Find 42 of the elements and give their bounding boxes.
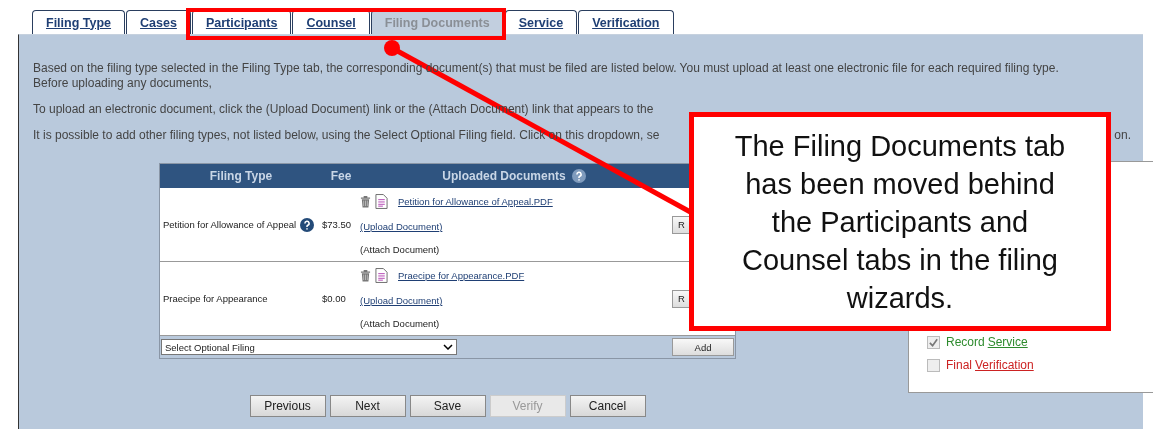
tab[interactable]: Filing Type [32, 10, 126, 34]
add-button[interactable]: Add [672, 338, 734, 356]
document-icon [375, 193, 388, 209]
trash-icon[interactable] [360, 194, 371, 208]
wizard-button[interactable]: Next [329, 395, 406, 417]
file-link[interactable]: Praecipe for Appearance.PDF [398, 269, 525, 281]
instruction-text: on. [1114, 128, 1131, 143]
help-icon[interactable] [571, 169, 586, 183]
tab[interactable]: Counsel [292, 10, 370, 34]
checklist-label: Record [946, 335, 985, 349]
column-header: Uploaded Documents [442, 169, 566, 183]
checklist-label: Final [946, 358, 972, 372]
attach-text: (Attach Document) [360, 244, 440, 256]
tab[interactable]: Participants [191, 10, 292, 34]
wizard-button[interactable]: Previous [249, 395, 326, 417]
filing-type-text: Petition for Allowance of Appeal [163, 219, 297, 230]
tab[interactable]: Cases [126, 10, 191, 34]
tab[interactable]: Verification [578, 10, 674, 34]
file-link[interactable]: Petition for Allowance of Appeal.PDF [398, 195, 553, 207]
column-header: Fee [329, 169, 353, 183]
fee-text: $73.50 [322, 219, 352, 230]
checkbox[interactable] [927, 335, 940, 349]
column-header: Filing Type [208, 169, 274, 183]
attach-text: (Attach Document) [360, 318, 440, 330]
checkbox[interactable] [927, 358, 940, 372]
checklist-link[interactable]: Verification [975, 358, 1034, 372]
fee-text: $0.00 [322, 293, 346, 304]
upload-link[interactable]: (Upload Document) [360, 221, 443, 232]
row-button[interactable]: R [672, 289, 689, 308]
wizard-button[interactable]: Save [409, 395, 486, 417]
callout-text: The Filing Documents tab has been moved behind the Participants and Counsel tabs in the filing wizards. [733, 128, 1067, 316]
help-icon[interactable] [300, 217, 315, 232]
wizard-button[interactable]: Cancel [569, 395, 646, 417]
document-icon [375, 267, 388, 283]
optional-filing-select[interactable]: Select Optional Filing [161, 339, 457, 355]
chevron-down-icon [443, 344, 453, 350]
row-button[interactable]: R [672, 215, 689, 234]
filing-type-text: Praecipe for Appearance [163, 293, 268, 304]
upload-link[interactable]: (Upload Document) [360, 295, 443, 306]
tab[interactable]: Service [504, 10, 578, 34]
checklist-link[interactable]: Service [987, 335, 1028, 349]
trash-icon[interactable] [360, 268, 371, 282]
